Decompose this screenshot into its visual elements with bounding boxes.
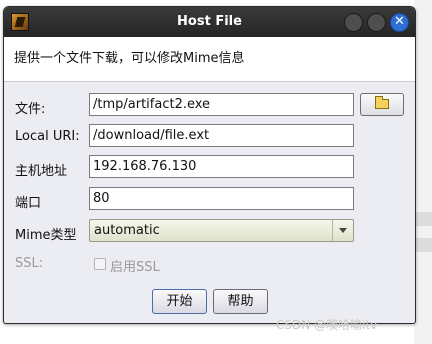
chevron-down-icon xyxy=(339,228,347,233)
file-label: 文件: xyxy=(15,102,46,117)
ssl-checkbox[interactable] xyxy=(94,258,106,270)
host-label: 主机地址 xyxy=(15,164,68,179)
dropdown-button[interactable] xyxy=(332,220,353,241)
description-text: 提供一个文件下载，可以修改Mime信息 xyxy=(14,51,245,66)
help-button[interactable]: 帮助 xyxy=(213,289,268,314)
close-button[interactable]: ✕ xyxy=(390,13,409,32)
folder-icon xyxy=(375,96,389,109)
close-icon: ✕ xyxy=(394,14,405,29)
background-strip xyxy=(414,238,432,252)
host-input[interactable]: 192.168.76.130 xyxy=(89,155,354,178)
local-uri-label: Local URI: xyxy=(15,129,80,144)
browse-button[interactable] xyxy=(360,93,404,116)
ssl-label: SSL: xyxy=(15,256,44,271)
background-edge xyxy=(414,0,432,344)
port-label: 端口 xyxy=(15,196,42,211)
title-bar[interactable]: Host File ✕ xyxy=(4,7,415,37)
mime-label: Mime类型 xyxy=(15,228,77,243)
background-strip xyxy=(414,212,432,226)
ssl-checkbox-label: 启用SSL xyxy=(110,260,160,275)
description-panel: 提供一个文件下载，可以修改Mime信息 xyxy=(4,37,415,81)
maximize-button[interactable] xyxy=(367,13,386,32)
minimize-button[interactable] xyxy=(344,13,363,32)
divider xyxy=(4,81,415,82)
mime-type-select[interactable]: automatic xyxy=(89,219,354,242)
watermark: CSDN @噢哈喻itv xyxy=(276,318,378,332)
mime-type-value: automatic xyxy=(94,223,160,238)
port-input[interactable]: 80 xyxy=(89,187,354,210)
host-file-dialog: Host File ✕ 提供一个文件下载，可以修改Mime信息 文件: /tmp… xyxy=(3,6,416,324)
local-uri-input[interactable]: /download/file.ext xyxy=(89,124,354,147)
start-button[interactable]: 开始 xyxy=(152,289,207,314)
file-path-input[interactable]: /tmp/artifact2.exe xyxy=(89,93,354,116)
